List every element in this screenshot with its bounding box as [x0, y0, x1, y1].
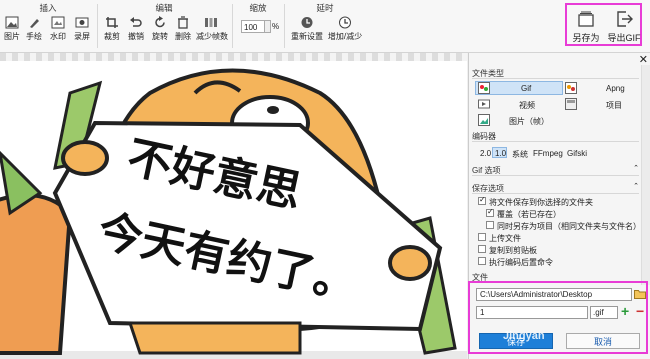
rotate-button[interactable]: 旋转	[148, 16, 172, 42]
delay-group-title: 延时	[316, 3, 334, 13]
rotate-icon	[155, 16, 165, 28]
adjust-delay-button[interactable]: 增加/减少	[327, 16, 363, 42]
file-type-frames[interactable]: 图片（帧）	[509, 116, 549, 127]
freehand-button[interactable]: 手绘	[22, 16, 46, 42]
clock-adjust-icon	[339, 16, 351, 29]
extension-select[interactable]: .gif	[590, 306, 618, 319]
save-options-collapse-icon[interactable]: ⌃	[633, 182, 639, 190]
watermark-label: 水印	[50, 32, 66, 41]
freehand-label: 手绘	[26, 32, 42, 41]
undo-button[interactable]: 撤销	[124, 16, 148, 42]
save-to-folder-checkbox[interactable]	[478, 195, 486, 205]
crop-label: 裁剪	[104, 32, 120, 41]
post-command-checkbox[interactable]	[478, 257, 486, 265]
upload-label: 上传文件	[489, 234, 521, 243]
video-icon	[478, 99, 490, 109]
zoom-stepper[interactable]	[265, 20, 271, 33]
file-name-input[interactable]: 1	[476, 306, 588, 319]
rotate-label: 旋转	[152, 32, 168, 41]
edit-group: 编辑 裁剪 撤销 旋转 删除 减少帧数	[98, 0, 230, 52]
zoom-unit: %	[272, 22, 280, 31]
zoom-input[interactable]: 100	[241, 20, 265, 33]
cancel-button-label: 取消	[593, 337, 612, 347]
crop-button[interactable]: 裁剪	[100, 16, 124, 42]
insert-image-label: 图片	[4, 32, 20, 41]
export-gif-label: 导出GIF	[607, 33, 641, 43]
save-to-folder-label: 将文件保存到你选择的文件夹	[489, 198, 593, 207]
adjust-delay-label: 增加/减少	[327, 32, 363, 41]
add-icon[interactable]: +	[621, 303, 629, 319]
crop-icon	[106, 17, 118, 28]
encoder-option-system[interactable]: 系统	[512, 149, 528, 160]
gif-icon	[478, 82, 490, 94]
meme-illustration: 不好意思 今天有约了。	[0, 61, 467, 355]
stack-icon	[578, 11, 594, 27]
reset-delay-button[interactable]: 重新设置	[289, 16, 325, 42]
reduce-frames-label: 减少帧数	[196, 32, 228, 41]
record-button[interactable]: 录屏	[70, 16, 94, 42]
delay-group: 延时 重新设置 增加/减少	[285, 0, 365, 52]
extension-value: .gif	[593, 308, 604, 317]
output-folder-input[interactable]: C:\Users\Administrator\Desktop	[476, 288, 632, 301]
export-gif-button[interactable]: 导出GIF	[604, 10, 644, 44]
upload-checkbox[interactable]	[478, 233, 486, 241]
frames-icon	[478, 114, 490, 126]
record-icon	[75, 17, 89, 28]
divider	[472, 141, 639, 142]
save-as-project-checkbox[interactable]	[486, 221, 494, 229]
delete-button[interactable]: 删除	[171, 16, 195, 42]
reduce-frames-icon	[205, 18, 217, 27]
frame-canvas[interactable]: 不好意思 今天有约了。	[0, 53, 467, 359]
file-type-project[interactable]: 项目	[606, 100, 622, 111]
file-type-video[interactable]: 视频	[519, 100, 535, 111]
copy-clipboard-checkbox[interactable]	[478, 245, 486, 253]
watermark-text: Jingyan	[503, 330, 545, 342]
folder-icon[interactable]	[634, 289, 646, 299]
panel-scrollbar[interactable]	[641, 65, 650, 285]
edit-group-title: 编辑	[155, 3, 173, 13]
insert-group: 插入 图片 手绘 水印 录屏	[0, 0, 96, 52]
overwrite-checkbox[interactable]	[486, 207, 494, 217]
gif-options-collapse-icon[interactable]: ⌃	[633, 164, 639, 172]
divider	[472, 193, 639, 194]
insert-group-title: 插入	[39, 3, 57, 13]
encoder-option-2-0[interactable]: 2.0	[480, 149, 491, 158]
encoder-option-gifski[interactable]: Gifski	[567, 149, 587, 158]
watermark-button[interactable]: 水印	[46, 16, 70, 42]
file-type-gif-label: Gif	[521, 84, 532, 93]
delete-label: 删除	[175, 32, 191, 41]
insert-image-button[interactable]: 图片	[0, 16, 24, 42]
file-type-apng[interactable]: Apng	[606, 84, 625, 93]
copy-clipboard-label: 复制到剪贴板	[489, 246, 537, 255]
save-as-project-label: 同时另存为项目（相同文件夹与文件名）	[497, 222, 641, 231]
export-icon	[617, 11, 633, 27]
cancel-button[interactable]: 取消	[566, 333, 640, 349]
watermark-icon	[51, 16, 65, 29]
clock-icon	[301, 17, 313, 28]
ribbon-toolbar: 插入 图片 手绘 水印 录屏 编辑 裁剪 撤销 旋转 删除 减少帧数 缩放 10…	[0, 0, 650, 53]
trash-icon	[178, 16, 188, 29]
reset-delay-label: 重新设置	[291, 32, 323, 41]
pencil-icon	[30, 19, 39, 28]
undo-icon	[130, 17, 142, 27]
remove-icon[interactable]: −	[636, 303, 644, 319]
save-as-button[interactable]: 另存为	[566, 10, 606, 44]
image-icon	[5, 16, 19, 29]
save-as-label: 另存为	[572, 33, 600, 43]
encoder-option-ffmpeg[interactable]: FFmpeg	[533, 149, 563, 158]
divider	[472, 78, 639, 79]
apng-icon	[565, 82, 577, 94]
divider	[472, 175, 639, 176]
reduce-frames-button[interactable]: 减少帧数	[196, 16, 228, 42]
post-command-label: 执行编码后置命令	[489, 258, 553, 267]
overwrite-label: 覆盖（若已存在）	[497, 210, 561, 219]
record-label: 录屏	[74, 32, 90, 41]
zoom-group-title: 缩放	[249, 3, 267, 13]
project-icon	[565, 98, 577, 110]
encoder-option-1-0: 1.0	[495, 149, 507, 158]
undo-label: 撤销	[128, 32, 144, 41]
